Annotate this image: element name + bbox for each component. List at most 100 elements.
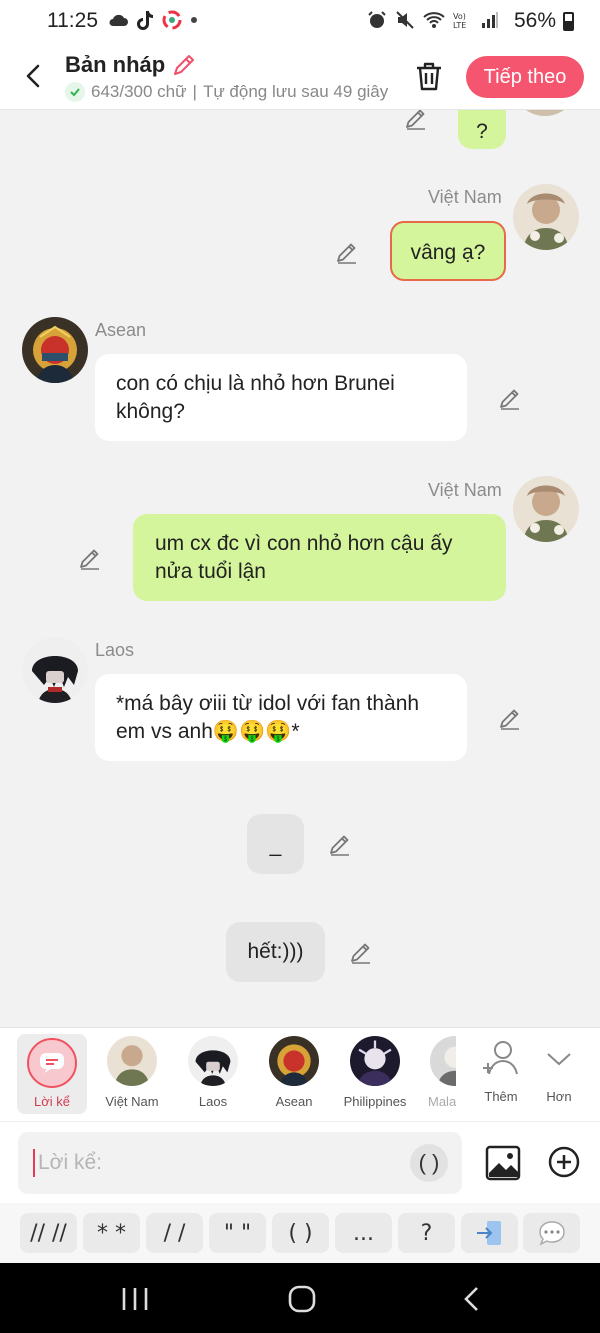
text-caret — [33, 1149, 35, 1177]
battery-percent: 56% — [513, 9, 556, 32]
message-bubble[interactable]: um cx đc vì con nhỏ hơn cậu ấy nửa tuổi … — [133, 514, 506, 601]
word-count: 643/300 chữ — [91, 82, 187, 101]
add-circle-icon[interactable] — [547, 1145, 581, 1179]
sender-name: Asean — [95, 320, 147, 340]
collapse-button[interactable]: Hơn — [540, 1038, 578, 1104]
avatar-laos[interactable] — [22, 637, 88, 703]
more-options-button[interactable] — [523, 1213, 580, 1253]
edit-icon[interactable] — [404, 110, 428, 130]
tiktok-icon — [137, 11, 153, 30]
avatar-vietnam — [107, 1036, 157, 1086]
message-text: hết:))) — [247, 940, 304, 963]
avatar-philippines — [350, 1036, 400, 1086]
symbol-button[interactable]: ? — [398, 1213, 455, 1253]
battery-icon — [563, 12, 574, 31]
character-label: Malaysia — [428, 1094, 456, 1109]
symbol-button[interactable]: ( ) — [272, 1213, 329, 1253]
avatar-vietnam[interactable] — [512, 110, 578, 116]
home-icon[interactable] — [287, 1284, 317, 1314]
symbol-button[interactable]: * * — [83, 1213, 140, 1253]
input-row: Lời kể: ( ) — [0, 1121, 600, 1203]
character-laos[interactable]: Laos — [186, 1036, 240, 1109]
next-button[interactable]: Tiếp theo — [466, 56, 584, 98]
parentheses-button[interactable]: ( ) — [410, 1144, 448, 1182]
character-asean[interactable]: Asean — [267, 1036, 321, 1109]
sender-name: Việt Nam — [428, 480, 502, 500]
device-insert-icon — [476, 1221, 501, 1245]
symbol-button[interactable]: / / — [146, 1213, 203, 1253]
message-text: *má bây ơiii từ idol với fan thành em vs… — [116, 692, 420, 743]
input-placeholder: Lời kể: — [38, 1151, 102, 1174]
edit-icon[interactable] — [498, 706, 522, 730]
draft-title-text: Bản nháp — [65, 52, 166, 77]
back-arrow-icon[interactable] — [20, 62, 48, 90]
chat-bubble-dots-icon — [538, 1221, 565, 1246]
draft-title[interactable]: Bản nháp — [65, 52, 197, 78]
symbol-button[interactable]: // // — [20, 1213, 77, 1253]
symbol-row: // // * * / / " " ( ) ... ? — [0, 1203, 600, 1263]
trash-icon[interactable] — [414, 60, 444, 92]
check-icon — [65, 82, 85, 102]
mute-icon — [396, 11, 414, 29]
message-text: _ — [269, 834, 282, 857]
character-narration[interactable]: Lời kể — [17, 1034, 87, 1114]
autosave-text: Tự động lưu sau 49 giây — [202, 82, 389, 101]
wifi-icon — [423, 12, 445, 28]
character-bar: Lời kể Việt Nam Laos Asean Philippines M… — [0, 1027, 600, 1121]
character-label: Philippines — [343, 1094, 407, 1109]
edit-icon[interactable] — [349, 940, 373, 964]
message-text: vâng ạ? — [410, 241, 486, 264]
chevron-down-icon — [547, 1053, 571, 1066]
cloud-icon — [109, 14, 128, 26]
character-label: Lời kể — [34, 1094, 70, 1109]
avatar-asean — [269, 1036, 319, 1086]
image-icon[interactable] — [485, 1145, 521, 1181]
recent-apps-icon[interactable] — [120, 1286, 150, 1312]
edit-icon[interactable] — [335, 240, 359, 264]
signal-icon — [482, 12, 498, 28]
sender-name: Việt Nam — [428, 187, 502, 207]
character-malaysia[interactable]: Malaysia — [428, 1036, 456, 1109]
navigation-bar — [0, 1263, 600, 1333]
dot-icon — [191, 17, 197, 23]
character-philippines[interactable]: Philippines — [340, 1036, 410, 1109]
sender-name: Laos — [95, 640, 135, 660]
app-icon — [162, 10, 182, 30]
character-label: Laos — [198, 1094, 228, 1109]
add-user-icon — [483, 1041, 518, 1075]
message-bubble[interactable]: ? — [458, 110, 506, 149]
character-vietnam[interactable]: Việt Nam — [101, 1036, 163, 1109]
message-text: ? — [476, 120, 488, 143]
avatar-asean[interactable] — [22, 317, 88, 383]
narration-icon — [27, 1038, 77, 1088]
avatar-vietnam[interactable] — [513, 184, 579, 250]
avatar-malaysia — [430, 1036, 456, 1086]
narration-bubble[interactable]: hết:))) — [226, 922, 325, 982]
insert-device-button[interactable] — [461, 1213, 518, 1253]
chat-area: ? Việt Nam vâng ạ? Asean con có chịu là … — [0, 110, 600, 1027]
message-bubble[interactable]: con có chịu là nhỏ hơn Brunei không? — [95, 354, 467, 441]
edit-icon[interactable] — [328, 832, 352, 856]
edit-icon[interactable] — [78, 546, 102, 570]
character-label: Asean — [275, 1094, 313, 1109]
message-text: con có chịu là nhỏ hơn Brunei không? — [116, 372, 395, 423]
draft-status: 643/300 chữ | Tự động lưu sau 49 giây — [65, 82, 390, 102]
avatar-vietnam[interactable] — [513, 476, 579, 542]
message-bubble-selected[interactable]: vâng ạ? — [390, 221, 506, 281]
svg-text:Vo): Vo) — [453, 12, 466, 21]
more-label: Thêm — [484, 1089, 518, 1104]
narration-bubble[interactable]: _ — [247, 814, 304, 874]
symbol-button[interactable]: " " — [209, 1213, 266, 1253]
edit-icon[interactable] — [498, 386, 522, 410]
message-bubble[interactable]: *má bây ơiii từ idol với fan thành em vs… — [95, 674, 467, 761]
add-character-button[interactable]: Thêm — [480, 1038, 522, 1104]
nav-back-icon[interactable] — [460, 1285, 484, 1313]
editor-header: Bản nháp 643/300 chữ | Tự động lưu sau 4… — [0, 44, 600, 110]
avatar-laos — [188, 1036, 238, 1086]
edit-title-icon[interactable] — [171, 52, 197, 78]
narration-input[interactable]: Lời kể: ( ) — [18, 1132, 462, 1194]
separator: | — [192, 82, 197, 101]
symbol-button[interactable]: ... — [335, 1213, 392, 1253]
volte-icon: Vo)LTE — [453, 12, 466, 29]
svg-text:LTE: LTE — [453, 21, 466, 29]
